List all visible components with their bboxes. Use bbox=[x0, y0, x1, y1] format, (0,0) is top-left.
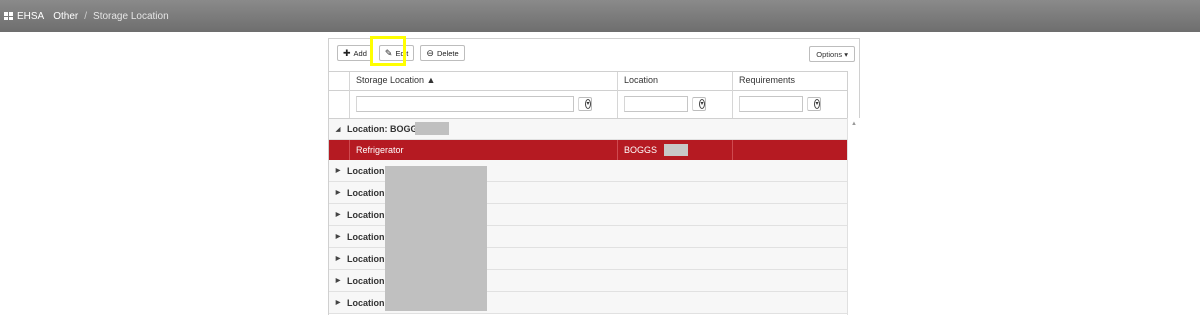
breadcrumb-separator: / bbox=[84, 11, 88, 22]
edit-button-highlight bbox=[370, 36, 406, 66]
group-label: Location: BOGG bbox=[347, 124, 418, 134]
group-label: Location: bbox=[347, 187, 388, 198]
filter-spacer bbox=[329, 90, 349, 118]
grid-filter-row: ▾ ▾ ▾ bbox=[329, 90, 847, 119]
group-label: Location: bbox=[347, 275, 388, 286]
scroll-up-arrow-icon[interactable]: ▲ bbox=[851, 121, 857, 127]
group-row-expanded[interactable]: ◢ Location: BOGG bbox=[329, 119, 847, 140]
table-row-selected[interactable]: Refrigerator BOGGS bbox=[329, 140, 847, 160]
delete-circle-icon: ⊖ bbox=[426, 47, 434, 58]
group-label: Location: bbox=[347, 231, 388, 242]
column-header-location[interactable]: Location bbox=[617, 72, 732, 90]
expand-arrow-icon[interactable]: ▶ bbox=[329, 299, 347, 306]
group-label: Location: bbox=[347, 209, 388, 220]
requirements-filter-button[interactable]: ▾ bbox=[807, 97, 821, 111]
grid-scrollbar[interactable]: ▲ bbox=[847, 118, 860, 315]
filter-icon: ▾ bbox=[814, 99, 820, 109]
breadcrumb-section[interactable]: Other bbox=[53, 11, 78, 22]
breadcrumb-current-page: Storage Location bbox=[93, 11, 169, 22]
redacted-block bbox=[385, 166, 487, 311]
add-button-label: Add bbox=[353, 48, 367, 58]
storage-location-grid-panel: ✚ Add ✎ Edit ⊖ Delete Options ▾ Storage … bbox=[328, 38, 860, 315]
redacted-block bbox=[415, 122, 449, 135]
breadcrumb-app[interactable]: EHSA bbox=[17, 11, 44, 22]
header-scroll-spacer bbox=[847, 71, 860, 118]
options-dropdown-button[interactable]: Options ▾ bbox=[809, 46, 855, 62]
expand-arrow-icon[interactable]: ▶ bbox=[329, 189, 347, 196]
location-filter-input[interactable] bbox=[624, 96, 688, 112]
top-bar: EHSA Other / Storage Location bbox=[0, 0, 1200, 32]
redacted-block bbox=[664, 144, 688, 156]
plus-icon: ✚ bbox=[343, 47, 351, 58]
breadcrumb: EHSA Other / Storage Location bbox=[4, 11, 169, 22]
filter-icon: ▾ bbox=[585, 99, 591, 109]
grid-icon bbox=[4, 12, 14, 21]
requirements-filter-input[interactable] bbox=[739, 96, 803, 112]
column-header-storage-location[interactable]: Storage Location ▲ bbox=[349, 72, 617, 90]
cell-location-text: BOGGS bbox=[624, 145, 658, 155]
expand-arrow-icon[interactable]: ▶ bbox=[329, 255, 347, 262]
column-header-requirements[interactable]: Requirements bbox=[732, 72, 847, 90]
storage-location-filter-button[interactable]: ▾ bbox=[578, 97, 592, 111]
expand-arrow-icon[interactable]: ▶ bbox=[329, 277, 347, 284]
filter-cell-requirements: ▾ bbox=[732, 90, 847, 118]
add-button[interactable]: ✚ Add bbox=[337, 45, 373, 61]
row-spacer bbox=[329, 140, 349, 160]
filter-cell-storage-location: ▾ bbox=[349, 90, 617, 118]
delete-button-label: Delete bbox=[436, 48, 459, 58]
cell-storage-location: Refrigerator bbox=[349, 140, 617, 160]
cell-location: BOGGS bbox=[617, 140, 732, 160]
expand-arrow-icon[interactable]: ▶ bbox=[329, 233, 347, 240]
storage-location-filter-input[interactable] bbox=[356, 96, 574, 112]
expand-arrow-icon[interactable]: ▶ bbox=[329, 211, 347, 218]
group-label: Location: bbox=[347, 297, 388, 308]
grid-header-row: Storage Location ▲ Location Requirements bbox=[329, 71, 847, 91]
collapse-arrow-icon[interactable]: ◢ bbox=[329, 126, 347, 133]
cell-requirements bbox=[732, 140, 847, 160]
group-label: Location: bbox=[347, 165, 388, 176]
delete-button[interactable]: ⊖ Delete bbox=[420, 45, 465, 61]
header-spacer bbox=[329, 72, 349, 90]
group-label: Location: bbox=[347, 253, 388, 264]
filter-cell-location: ▾ bbox=[617, 90, 732, 118]
expand-arrow-icon[interactable]: ▶ bbox=[329, 167, 347, 174]
filter-icon: ▾ bbox=[699, 99, 705, 109]
location-filter-button[interactable]: ▾ bbox=[692, 97, 706, 111]
